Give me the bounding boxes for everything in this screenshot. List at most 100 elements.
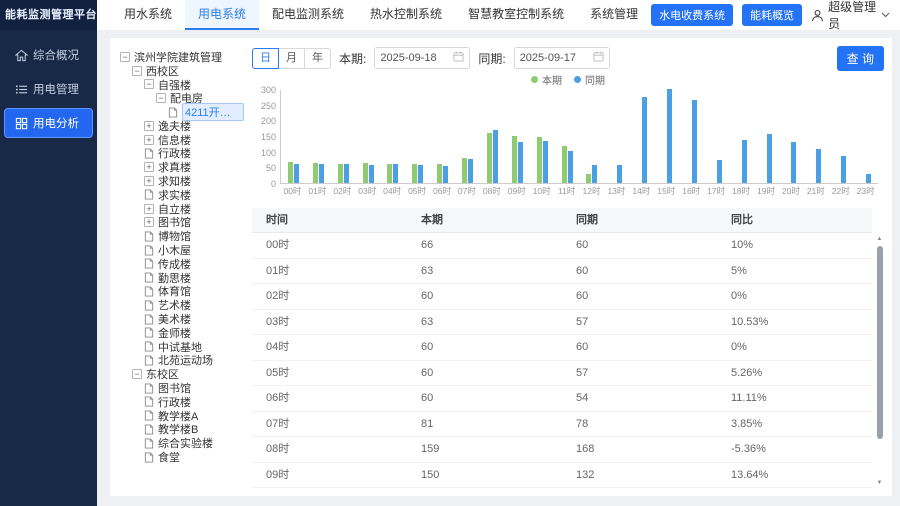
chart-plot-area: [280, 90, 878, 184]
document-icon: [144, 300, 154, 311]
table-row[interactable]: 09时15013213.64%: [252, 463, 872, 489]
chart-bar: [369, 165, 374, 183]
tree-toggle-icon[interactable]: +: [144, 121, 154, 131]
x-axis-tick-label: 22时: [828, 185, 853, 197]
chart-bar: [344, 164, 349, 183]
table-cell: 60: [562, 335, 717, 361]
chart-bar: [767, 134, 772, 183]
table-row[interactable]: 02时60600%: [252, 284, 872, 310]
legend-item[interactable]: 本期: [531, 72, 562, 87]
tree-toggle-icon[interactable]: +: [144, 162, 154, 172]
tree-toggle-icon[interactable]: +: [144, 135, 154, 145]
compare-date-picker[interactable]: [514, 47, 610, 69]
topbar-tab[interactable]: 系统管理: [577, 0, 651, 30]
table-cell: 60: [562, 284, 717, 310]
tree-toggle-icon[interactable]: −: [132, 66, 142, 76]
tree-node[interactable]: −滨州学院建筑管理: [118, 50, 244, 64]
period-button[interactable]: 日: [252, 48, 279, 69]
energy-overview-button[interactable]: 能耗概览: [742, 4, 802, 26]
document-icon: [144, 189, 154, 200]
document-icon: [144, 410, 154, 421]
tree-toggle-icon[interactable]: +: [144, 176, 154, 186]
y-axis-tick-label: 100: [252, 148, 276, 158]
scrollbar-track[interactable]: [876, 244, 884, 479]
user-icon: [811, 9, 824, 22]
bar-group: [629, 90, 654, 183]
current-date-input[interactable]: [380, 52, 450, 64]
table-cell: 5.26%: [717, 361, 872, 387]
query-button[interactable]: 查 询: [837, 46, 884, 71]
chart-bar: [586, 174, 591, 183]
table-row[interactable]: 07时81783.85%: [252, 412, 872, 438]
topbar-tab[interactable]: 智慧教室控制系统: [455, 0, 577, 30]
chart-bar: [642, 97, 647, 183]
tree-toggle-icon[interactable]: +: [144, 217, 154, 227]
document-icon: [144, 314, 154, 325]
list-icon: [15, 83, 28, 96]
legend-item[interactable]: 同期: [574, 72, 605, 87]
legend-label: 同期: [585, 72, 605, 87]
table-row[interactable]: 05时60575.26%: [252, 361, 872, 387]
x-axis-tick-label: 01时: [305, 185, 330, 197]
table-cell: 132: [562, 463, 717, 489]
compare-date-input[interactable]: [520, 52, 590, 64]
period-button[interactable]: 年: [304, 48, 331, 69]
tree-toggle-icon[interactable]: −: [120, 52, 130, 62]
bar-group: [331, 90, 356, 183]
tree-toggle-icon[interactable]: −: [132, 369, 142, 379]
sidebar-item[interactable]: 用电分析: [4, 108, 93, 138]
tree-toggle-icon[interactable]: −: [144, 79, 154, 89]
x-axis-tick-label: 03时: [355, 185, 380, 197]
table-cell: 03时: [252, 310, 407, 336]
user-menu[interactable]: 超级管理员: [811, 0, 890, 32]
y-axis-tick-label: 250: [252, 101, 276, 111]
scrollbar-thumb[interactable]: [877, 246, 883, 439]
sidebar-item[interactable]: 综合概况: [4, 40, 93, 70]
tree-toggle-icon[interactable]: −: [156, 93, 166, 103]
table-row[interactable]: 03时635710.53%: [252, 310, 872, 336]
chart-bar: [667, 89, 672, 183]
topbar-tab[interactable]: 热水控制系统: [357, 0, 455, 30]
chart-bar: [742, 140, 747, 183]
user-name: 超级管理员: [828, 0, 877, 32]
hydropower-billing-button[interactable]: 水电收费系统: [651, 4, 733, 26]
document-icon: [168, 107, 178, 118]
table-cell: 57: [562, 310, 717, 336]
topbar-tab[interactable]: 用电系统: [185, 0, 259, 30]
chart-bar: [487, 133, 492, 183]
table-cell: 10%: [717, 233, 872, 259]
tree-node[interactable]: 北苑运动场: [118, 354, 244, 368]
topbar-tab[interactable]: 配电监测系统: [259, 0, 357, 30]
tree-toggle-icon[interactable]: +: [144, 204, 154, 214]
app: 能耗监测管理平台 综合概况用电管理用电分析 用水系统用电系统配电监测系统热水控制…: [0, 0, 900, 506]
period-button[interactable]: 月: [278, 48, 305, 69]
chart-bar: [443, 166, 448, 183]
y-axis-tick-label: 200: [252, 116, 276, 126]
sidebar-item[interactable]: 用电管理: [4, 74, 93, 104]
scroll-down-icon[interactable]: ▼: [877, 479, 883, 488]
table-header-cell: 同比: [717, 208, 872, 233]
tree-node[interactable]: 综合实验楼: [118, 436, 244, 450]
table-row[interactable]: 01时63605%: [252, 259, 872, 285]
y-axis-tick-label: 50: [252, 163, 276, 173]
table-row[interactable]: 08时159168-5.36%: [252, 437, 872, 463]
chart-bar: [816, 149, 821, 183]
x-axis-tick-label: 16时: [679, 185, 704, 197]
chart-bar: [512, 136, 517, 183]
tree-node[interactable]: 食堂: [118, 450, 244, 464]
table-cell: 63: [407, 310, 562, 336]
usage-table: 时间本期同期同比 00时666010%01时63605%02时60600%03时…: [252, 208, 884, 488]
scroll-up-icon[interactable]: ▲: [877, 235, 883, 244]
table-row[interactable]: 00时666010%: [252, 233, 872, 259]
current-date-picker[interactable]: [374, 47, 470, 69]
table-cell: 63: [407, 259, 562, 285]
bar-group: [455, 90, 480, 183]
table-row[interactable]: 04时60600%: [252, 335, 872, 361]
table-cell: 5%: [717, 259, 872, 285]
y-axis-tick-label: 150: [252, 132, 276, 142]
table-row[interactable]: 06时605411.11%: [252, 386, 872, 412]
chart-bar: [468, 159, 473, 183]
table-scrollbar[interactable]: ▲ ▼: [875, 235, 884, 488]
chart-bar: [387, 164, 392, 183]
topbar-tab[interactable]: 用水系统: [111, 0, 185, 30]
